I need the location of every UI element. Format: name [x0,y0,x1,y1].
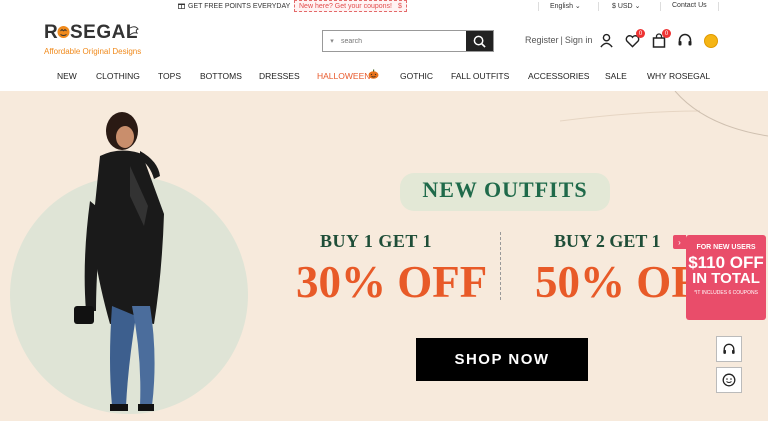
account-links: Register | Sign in [525,35,592,45]
nav-item-new[interactable]: NEW [57,71,77,81]
account-icon[interactable] [598,32,615,49]
nav-item-accessories[interactable]: ACCESSORIES [528,71,589,81]
nav-item-fall-outfits[interactable]: FALL OUTFITS [451,71,509,81]
top-bar: GET FREE POINTS EVERYDAY New here? Get y… [0,0,768,13]
nav-item-why-rosegal[interactable]: WHY ROSEGAL [647,71,710,81]
offer1-discount: 30% OFF [296,257,488,307]
promo-line3: IN TOTAL [692,270,760,287]
cart-count-badge: 0 [662,29,671,38]
nav-item-tops[interactable]: TOPS [158,71,181,81]
coupon-dollar-tag: $ [398,2,402,10]
promo-line4: *IT INCLUDES 6 COUPONS [694,290,758,296]
svg-text:R: R [44,22,58,42]
new-user-promo-panel[interactable]: FOR NEW USERS $110 OFF IN TOTAL *IT INCL… [686,235,766,320]
contact-us-link[interactable]: Contact Us [672,2,707,9]
logo-wordmark-icon: R SEGAL [44,22,139,43]
nav-item-bottoms[interactable]: BOTTOMS [200,71,242,81]
headset-icon [723,343,735,354]
gift-icon [178,2,185,11]
feedback-button[interactable] [716,367,742,393]
promo-line1: FOR NEW USERS [696,244,756,251]
svg-text:SEGAL: SEGAL [70,22,138,42]
wishlist-icon[interactable]: 0 [624,29,645,49]
chevron-down-icon: ⌄ [574,3,581,10]
header: R SEGAL Affordable Original Designs ▾ Re… [0,14,768,64]
wishlist-count-badge: 0 [636,29,645,38]
register-link[interactable]: Register [525,35,559,45]
points-coin-icon[interactable] [702,32,719,49]
search-input[interactable] [341,31,466,51]
promo-line2: $110 OFF [688,253,764,272]
divider [538,2,539,11]
search-icon [473,35,486,48]
sign-in-link[interactable]: Sign in [565,35,593,45]
free-points-text: GET FREE POINTS EVERYDAY [188,3,291,10]
currency-label: $ USD [612,3,633,10]
nav-item-halloween[interactable]: HALLOWEEN [317,71,370,81]
logo-tagline: Affordable Original Designs [44,47,142,56]
nav-item-dresses[interactable]: DRESSES [259,71,300,81]
logo-word: R SEGAL [44,22,144,48]
language-selector[interactable]: English ⌄ [550,2,581,10]
headset-support-icon[interactable] [676,32,693,49]
nav-item-gothic[interactable]: GOTHIC [400,71,433,81]
divider [718,2,719,11]
shop-now-button[interactable]: SHOP NOW [416,338,588,381]
header-icons: 0 0 [598,29,719,49]
pumpkin-icon [368,69,379,81]
search-button[interactable] [466,31,493,51]
cart-icon[interactable]: 0 [650,29,671,49]
chevron-down-icon: ⌄ [634,3,641,10]
hero-title: NEW OUTFITS [422,177,588,202]
logo[interactable]: R SEGAL Affordable Original Designs [44,22,144,56]
search-bar: ▾ [322,30,494,52]
customer-service-button[interactable] [716,336,742,362]
coupon-text: New here? Get your coupons! [299,2,392,10]
hero-banner[interactable]: NEW OUTFITS BUY 1 GET 1 30% OFF BUY 2 GE… [0,91,768,421]
free-points-link[interactable]: GET FREE POINTS EVERYDAY [178,2,290,11]
smiley-icon [722,373,736,387]
nav-item-sale[interactable]: SALE [605,71,627,81]
offer1-label: BUY 1 GET 1 [320,231,433,251]
link-separator: | [560,35,563,45]
nav-item-clothing[interactable]: CLOTHING [96,71,140,81]
promo-collapse-arrow[interactable]: › [673,235,686,249]
divider [598,2,599,11]
main-nav: NEW CLOTHING TOPS BOTTOMS DRESSES HALLOW… [0,66,768,90]
divider [660,2,661,11]
language-label: English [550,3,573,10]
dropdown-triangle-icon[interactable]: ▾ [323,31,341,51]
offer2-label: BUY 2 GET 1 [554,231,661,251]
model-image [74,112,164,411]
offer-divider [500,232,501,300]
currency-selector[interactable]: $ USD ⌄ [612,2,640,10]
new-user-coupon-link[interactable]: New here? Get your coupons! $ [294,0,407,12]
